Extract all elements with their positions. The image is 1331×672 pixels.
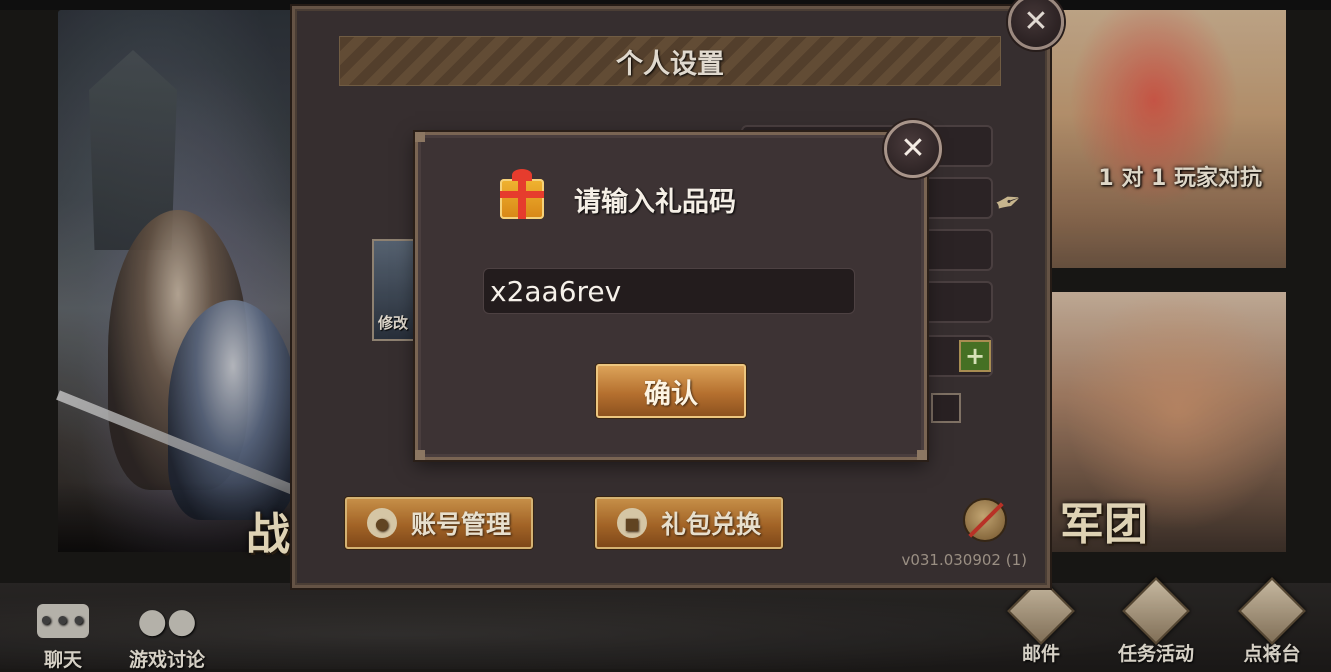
dialog-close-button[interactable]: ✕: [884, 120, 942, 178]
frame-corner: [415, 132, 425, 142]
frame-corner: [917, 450, 927, 460]
dialog-title: 请输入礼品码: [574, 186, 736, 218]
gift-code-dialog: 请输入礼品码 确认: [415, 132, 927, 460]
gift-code-input[interactable]: [483, 268, 855, 314]
confirm-button[interactable]: 确认: [596, 364, 746, 418]
dialog-header: 请输入礼品码: [500, 169, 736, 219]
close-icon: ✕: [900, 131, 926, 166]
gift-icon: [500, 169, 544, 219]
frame-corner: [415, 450, 425, 460]
